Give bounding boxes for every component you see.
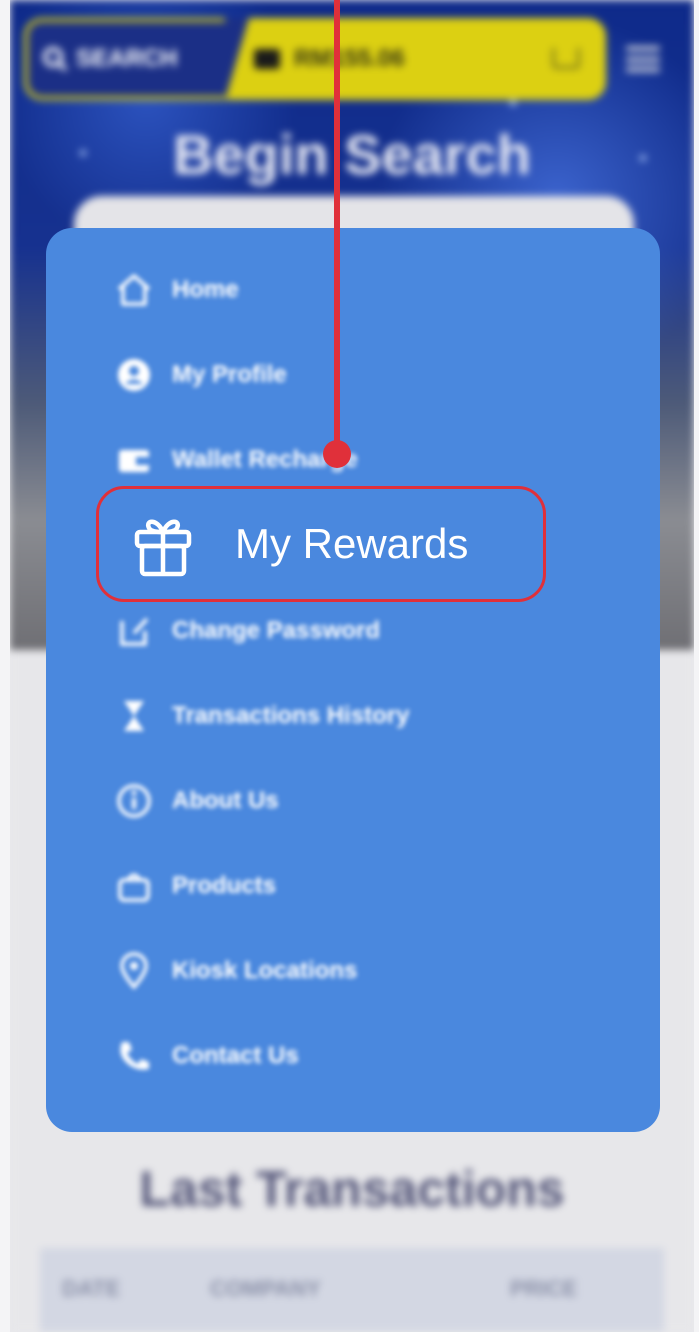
top-bar: SEARCH RM155.06 — [24, 18, 606, 100]
page-title: Begin Search — [173, 123, 531, 186]
app-screen: SEARCH RM155.06 Begin Search Last Transa… — [10, 0, 694, 1332]
menu-item-about-us[interactable]: About Us — [112, 771, 612, 831]
menu-item-label: Transactions History — [172, 702, 410, 729]
menu-item-home[interactable]: Home — [112, 260, 612, 320]
wallet-icon — [112, 438, 156, 482]
menu-item-label: About Us — [172, 787, 279, 814]
column-header-date: DATE — [62, 1276, 121, 1301]
annotation-pointer-dot — [323, 440, 351, 468]
profile-icon — [112, 353, 156, 397]
hourglass-icon — [112, 694, 156, 738]
edit-icon — [112, 609, 156, 653]
menu-item-kiosk-locations[interactable]: Kiosk Locations — [112, 941, 612, 1001]
star-decoration — [510, 100, 516, 106]
menu-item-label: Contact Us — [172, 1042, 299, 1069]
menu-item-my-profile[interactable]: My Profile — [112, 345, 612, 405]
menu-item-label: Change Password — [172, 617, 381, 644]
menu-item-change-password[interactable]: Change Password — [112, 601, 612, 661]
menu-item-products[interactable]: Products — [112, 856, 612, 916]
menu-item-label: Products — [172, 872, 277, 899]
menu-item-my-rewards[interactable]: My Rewards — [96, 486, 546, 602]
menu-item-label: Kiosk Locations — [172, 957, 358, 984]
column-header-price: PRICE — [510, 1276, 578, 1301]
bag-icon — [112, 864, 156, 908]
wallet-balance[interactable]: RM155.06 — [254, 18, 405, 100]
menu-item-label: Home — [172, 276, 239, 303]
wallet-icon — [254, 49, 280, 69]
menu-item-wallet-recharge[interactable]: Wallet Recharge — [112, 430, 612, 490]
menu-item-transactions-history[interactable]: Transactions History — [112, 686, 612, 746]
transactions-table-header: DATE COMPANY PRICE — [40, 1248, 664, 1332]
info-icon — [112, 779, 156, 823]
search-button[interactable]: SEARCH — [24, 18, 249, 100]
home-icon — [112, 268, 156, 312]
balance-amount: RM155.06 — [294, 45, 405, 72]
phone-icon — [112, 1034, 156, 1078]
menu-item-contact-us[interactable]: Contact Us — [112, 1026, 612, 1086]
navigation-drawer: Home My Profile Wallet Recharge Change P… — [46, 228, 660, 1132]
column-header-company: COMPANY — [210, 1276, 321, 1301]
menu-item-label: My Profile — [172, 361, 287, 388]
menu-item-label: My Rewards — [235, 520, 469, 567]
location-pin-icon — [112, 949, 156, 993]
search-icon — [43, 47, 68, 72]
gift-icon — [127, 508, 199, 580]
cart-icon[interactable] — [552, 48, 580, 69]
annotation-pointer-line — [334, 0, 340, 454]
search-label: SEARCH — [76, 45, 178, 72]
last-transactions-title: Last Transactions — [139, 1161, 565, 1217]
hamburger-menu-icon[interactable] — [626, 46, 660, 72]
